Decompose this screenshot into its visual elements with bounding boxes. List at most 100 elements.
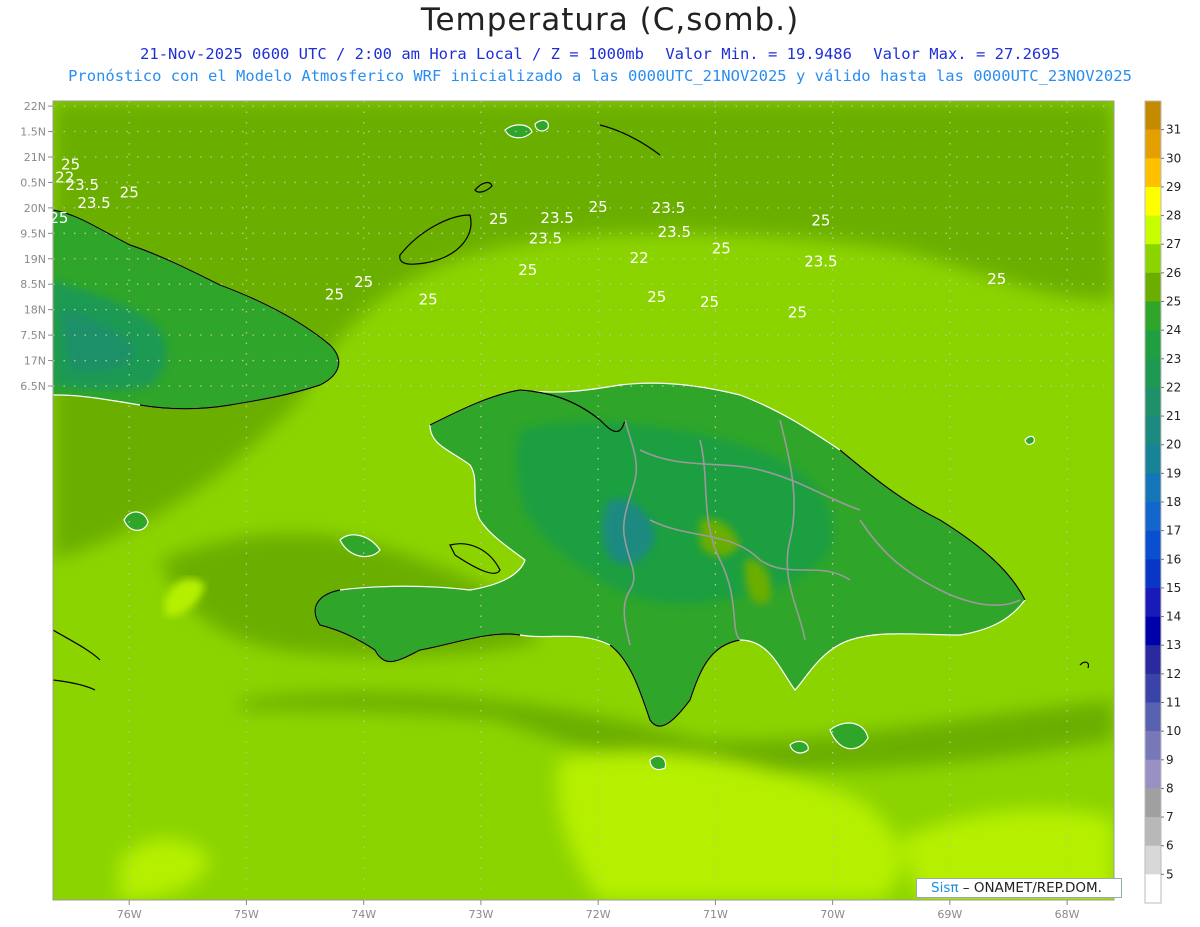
lon-tick-label: 71W — [703, 908, 728, 921]
lat-tick-label: 8.5N — [20, 278, 46, 291]
colorbar-label: 18 — [1166, 495, 1181, 509]
colorbar-swatch — [1145, 817, 1161, 847]
lat-tick-label: 21N — [24, 151, 46, 164]
colorbar-swatch — [1145, 587, 1161, 617]
contour-label: 25 — [49, 209, 68, 227]
colorbar-swatch — [1145, 444, 1161, 474]
colorbar-label: 10 — [1166, 724, 1181, 738]
colorbar-label: 5 — [1166, 867, 1174, 881]
contour-label: 25 — [788, 303, 807, 321]
lat-tick-label: 18N — [24, 304, 46, 317]
colorbar-label: 24 — [1166, 323, 1181, 337]
colorbar-swatch — [1145, 702, 1161, 732]
latitude-axis: 22N 1.5N 21N 0.5N 20N 9.5N 19N 8.5N 18N 7.5N 17N 6.… — [20, 100, 53, 393]
contour-label: 25 — [120, 184, 139, 202]
contour-label: 25 — [987, 270, 1006, 288]
colorbar-swatch — [1145, 186, 1161, 216]
colorbar-swatch — [1145, 530, 1161, 560]
lon-tick-label: 68W — [1055, 908, 1080, 921]
contour-label: 23.5 — [66, 176, 99, 194]
colorbar-swatch — [1145, 731, 1161, 761]
colorbar-swatch — [1145, 673, 1161, 703]
longitude-axis: 76W 75W 74W 73W 72W 71W 70W 69W 68W — [117, 900, 1080, 921]
contour-label: 23.5 — [529, 229, 562, 247]
colorbar-label: 25 — [1166, 295, 1181, 309]
colorbar-label: 13 — [1166, 638, 1181, 652]
colorbar-swatch — [1145, 158, 1161, 188]
colorbar-label: 30 — [1166, 151, 1181, 165]
colorbar-swatch — [1145, 101, 1161, 130]
lon-tick-label: 70W — [820, 908, 845, 921]
colorbar-label: 23 — [1166, 352, 1181, 366]
colorbar-swatch — [1145, 416, 1161, 446]
contour-label: 23.5 — [540, 209, 573, 227]
colorbar-label: 27 — [1166, 237, 1181, 251]
colorbar-swatch — [1145, 616, 1161, 646]
colorbar-swatch — [1145, 874, 1161, 904]
colorbar-label: 6 — [1166, 839, 1174, 853]
contour-label: 25 — [518, 261, 537, 279]
colorbar-label: 29 — [1166, 180, 1181, 194]
lon-tick-label: 72W — [586, 908, 611, 921]
colorbar-label: 21 — [1166, 409, 1181, 423]
colorbar-swatch — [1145, 788, 1161, 818]
lon-tick-label: 73W — [468, 908, 493, 921]
colorbar-label: 15 — [1166, 581, 1181, 595]
contour-label: 23.5 — [652, 199, 685, 217]
colorbar-swatch — [1145, 473, 1161, 503]
contour-label: 23.5 — [658, 223, 691, 241]
contour-label: 25 — [419, 291, 438, 309]
credit-box: Sisπ – ONAMET/REP.DOM. — [916, 878, 1122, 898]
contour-label: 25 — [589, 198, 608, 216]
lon-tick-label: 69W — [937, 908, 962, 921]
lon-tick-label: 75W — [234, 908, 259, 921]
colorbar-swatch — [1145, 330, 1161, 360]
lat-tick-label: 7.5N — [20, 329, 46, 342]
lat-tick-label: 19N — [24, 253, 46, 266]
colorbar-label: 14 — [1166, 610, 1181, 624]
lon-tick-label: 76W — [117, 908, 142, 921]
lon-tick-label: 74W — [351, 908, 376, 921]
colorbar-swatch — [1145, 845, 1161, 875]
lat-tick-label: 22N — [24, 100, 46, 113]
contour-label: 25 — [712, 240, 731, 258]
colorbar-swatch — [1145, 272, 1161, 302]
colorbar-label: 31 — [1166, 123, 1181, 137]
credit-text: – ONAMET/REP.DOM. — [962, 880, 1102, 896]
colorbar-label: 28 — [1166, 209, 1181, 223]
contour-label: 25 — [325, 285, 344, 303]
contour-label: 22 — [630, 249, 649, 267]
colorbar-swatch — [1145, 559, 1161, 589]
sispi-logo: Sisπ — [931, 880, 959, 896]
contour-label: 23.5 — [77, 194, 110, 212]
colorbar-label: 9 — [1166, 753, 1174, 767]
colorbar-label: 20 — [1166, 438, 1181, 452]
lat-tick-label: 1.5N — [20, 126, 46, 139]
colorbar-swatch — [1145, 502, 1161, 531]
contour-label: 25 — [489, 210, 508, 228]
colorbar-label: 8 — [1166, 781, 1174, 795]
colorbar-swatch — [1145, 215, 1161, 245]
contour-label: 25 — [647, 288, 666, 306]
colorbar-swatch — [1145, 129, 1161, 159]
contour-label: 25 — [811, 212, 830, 230]
colorbar-swatch — [1145, 301, 1161, 331]
lat-tick-label: 20N — [24, 202, 46, 215]
colorbar-label: 19 — [1166, 466, 1181, 480]
colorbar-swatch — [1145, 759, 1161, 789]
colorbar-label: 7 — [1166, 810, 1174, 824]
colorbar-swatch — [1145, 244, 1161, 274]
colorbar-label: 22 — [1166, 380, 1181, 394]
lat-tick-label: 17N — [24, 355, 46, 368]
colorbar-label: 11 — [1166, 696, 1181, 710]
colorbar-swatch — [1145, 387, 1161, 417]
colorbar-label: 17 — [1166, 524, 1181, 538]
colorbar-label: 12 — [1166, 667, 1181, 681]
forecast-map: 252223.5 2523.525 2525 23.523.523.5 23.52525… — [20, 100, 1181, 921]
colorbar: 31 30 29 28 27 26 25 24 23 22 21 20 19 18 17 16 15 14 13 12… — [1144, 100, 1181, 904]
map-plot-area — [53, 101, 1114, 900]
lat-tick-label: 9.5N — [20, 227, 46, 240]
contour-label: 25 — [354, 273, 373, 291]
colorbar-swatch — [1145, 645, 1161, 675]
lat-tick-label: 0.5N — [20, 176, 46, 189]
